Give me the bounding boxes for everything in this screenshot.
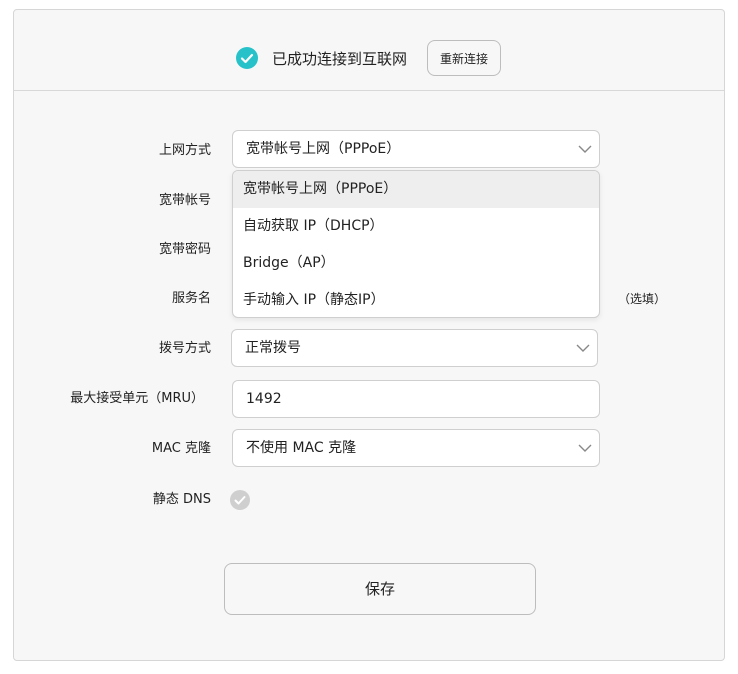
mru-value: 1492 bbox=[246, 391, 282, 407]
static-dns-check-icon[interactable] bbox=[230, 490, 250, 510]
check-circle-icon bbox=[236, 47, 258, 69]
settings-panel: 已成功连接到互联网 重新连接 上网方式 宽带帐号 宽带密码 服务名 拨号方式 最… bbox=[13, 9, 725, 661]
connection-status-text: 已成功连接到互联网 bbox=[272, 50, 408, 68]
service-name-label: 服务名 bbox=[171, 291, 211, 306]
mac-clone-select[interactable]: 不使用 MAC 克隆 bbox=[232, 429, 600, 467]
connection-type-select[interactable]: 宽带帐号上网（PPPoE） bbox=[232, 130, 600, 168]
chevron-down-icon bbox=[578, 444, 592, 452]
connection-type-dropdown: 宽带帐号上网（PPPoE） 自动获取 IP（DHCP） Bridge（AP） 手… bbox=[232, 170, 600, 318]
dropdown-option-bridge[interactable]: Bridge（AP） bbox=[233, 245, 599, 282]
mru-label: 最大接受单元（MRU） bbox=[70, 391, 204, 406]
connection-type-value: 宽带帐号上网（PPPoE） bbox=[246, 141, 401, 157]
dial-mode-select[interactable]: 正常拨号 bbox=[231, 329, 598, 367]
dropdown-option-static-ip[interactable]: 手动输入 IP（静态IP） bbox=[233, 282, 599, 317]
chevron-down-icon bbox=[576, 344, 590, 352]
chevron-down-icon bbox=[578, 145, 592, 153]
mru-input[interactable]: 1492 bbox=[232, 380, 600, 418]
mac-clone-value: 不使用 MAC 克隆 bbox=[246, 440, 357, 456]
reconnect-button[interactable]: 重新连接 bbox=[427, 40, 501, 76]
connection-status-bar: 已成功连接到互联网 重新连接 bbox=[14, 10, 724, 91]
account-label: 宽带帐号 bbox=[158, 193, 211, 208]
dial-mode-value: 正常拨号 bbox=[245, 340, 301, 356]
connection-type-label: 上网方式 bbox=[158, 143, 211, 158]
save-button[interactable]: 保存 bbox=[224, 563, 536, 615]
dial-mode-label: 拨号方式 bbox=[158, 341, 211, 356]
dropdown-option-dhcp[interactable]: 自动获取 IP（DHCP） bbox=[233, 208, 599, 245]
mac-clone-label: MAC 克隆 bbox=[151, 441, 211, 456]
dropdown-option-pppoe[interactable]: 宽带帐号上网（PPPoE） bbox=[233, 171, 599, 208]
password-label: 宽带密码 bbox=[158, 242, 211, 257]
service-name-optional-hint: （选填） bbox=[618, 292, 667, 306]
static-dns-label: 静态 DNS bbox=[152, 492, 211, 507]
